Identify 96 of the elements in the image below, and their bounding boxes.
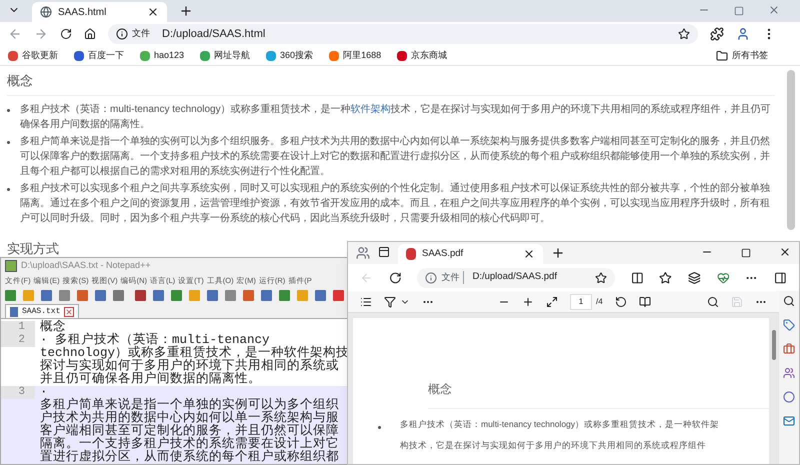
url-text: D:/upload/SAAS.html [162,26,266,42]
browser-tab[interactable]: SAAS.pdf [398,244,543,264]
bullet-paragraph: 多租户简单来说是指一个单独的实例可以为多个组织服务。多租户技术为共用的数据中心内如何以单一系统架构与服务提供多数客户端相同甚至可定制化的服务，并且仍然可以保障客户的数据隔离。一个支持多租户技术的系统需要在设计上对它的数据和配置进行虚拟分区，从而使系统的每个租户或称组织都能够使用一个单独的系统实例，并且每个租户都可以根据自己的需求对租用的系统实例进行个性化配置。 [20,134,771,178]
bookmark-item[interactable]: 百度一下 [74,48,124,62]
bookmark-item[interactable]: 阿里1688 [329,48,382,62]
mail-icon[interactable] [783,415,795,427]
reload-icon[interactable] [60,28,72,40]
code-line: 置进行虚拟分区，从而使系统的每个租户或称组织都 [40,451,339,464]
new-tab-icon[interactable] [551,246,565,260]
page-view-icon[interactable] [638,296,651,308]
section-heading: 概念 [7,66,775,96]
code-line: · [40,386,48,399]
info-icon [425,272,438,284]
people-icon[interactable] [783,367,795,379]
scheme-label: 文件 [132,27,150,40]
favicon-icon [8,50,18,60]
collections-icon[interactable] [688,270,701,284]
forward-icon[interactable] [34,27,48,41]
bullet-icon [7,140,10,144]
favicon-icon [140,50,150,60]
tab-actions-icon[interactable] [378,246,390,258]
bookmark-item[interactable]: 谷歌更新 [8,48,58,62]
code-line: 多租户简单来说是指一个单独的实例可以为多个组织 [40,399,339,412]
browser-tab[interactable]: SAAS.html [32,2,167,22]
code-line: 探讨与实现如何于多用户的环境下共用相同的系统或 [40,360,340,373]
pdf-text-line: 构技术，它是在探讨与实现如何于多用户的环境下共用相同的系统或程序组件 [400,440,707,451]
maximize-icon[interactable] [741,248,751,258]
fit-page-icon[interactable] [546,296,558,308]
tab-title: SAAS.pdf [422,246,464,261]
bullet-paragraph: 多租户技术（英语：multi-tenancy technology）或称多重租赁技术，是一种软件架构技术，它是在探讨与实现如何于多用户的环境下共用相同的系统或程序组件，并且仍可确保各用户间数据的隔离性。 [20,102,772,132]
scrollbar-thumb[interactable] [787,70,795,230]
profile-icon[interactable] [356,246,370,260]
bullet-icon [7,188,10,190]
code-line: technology）或称多重租赁技术，是一种软件架构技 [40,347,349,360]
favorite-star-icon[interactable] [594,272,607,284]
profile-icon[interactable] [736,27,750,41]
pdf-heading: 概念 [428,380,769,409]
code-line: 户技术为共用的数据中心内如何以单一系统架构与服 [40,412,339,425]
code-line: · 多租户技术（英语：multi-tenancy [40,334,271,347]
page-number-field[interactable]: 1 [570,294,592,310]
bullet-paragraph: 多租户技术可以实现多个租户之间共享系统实例，同时又可以实现租户的系统实例的个性化定制。通过使用多租户技术可以保证系统共性的部分被共享，个性的部分被单独隔离。通过在多个租户之间的资源复用，运营管理维护资源，有效节省开发应用的成本。而且，在租户之间共享应用程序的单个实例，可以实现当应用程序升级时，所有租户可以同时升级。同时，因为多个租户共享一份系统的核心代码，因此当系统升级时，只需要升级相同的核心代码即可。 [20,182,771,226]
close-icon[interactable] [779,246,791,258]
code-line: 并且仍可确保各用户间数据的隔离性。 [40,373,262,386]
bookmark-item[interactable]: 360搜索 [266,48,314,62]
new-tab-icon[interactable] [179,4,193,18]
bookmark-item[interactable]: hao123 [140,48,184,62]
search-icon[interactable] [783,295,795,307]
favicon-icon [397,50,408,60]
url-text: D:/upload/SAAS.pdf [472,270,558,284]
text-link[interactable]: 软件架构 [350,104,391,114]
rotate-icon[interactable] [614,296,627,308]
file-tab[interactable]: SAAS.txt [5,304,80,318]
tag-icon[interactable] [783,319,795,331]
folder-icon [716,50,728,62]
pdf-file-icon [406,248,416,260]
globe-icon [40,6,52,18]
app-icon [5,260,17,272]
code-line: 隔离。一个支持多租户技术的系统需要在设计上对它 [40,438,339,451]
pdf-text-line: 多租户技术（英语：multi-tenancy technology）或称多重租赁技术，是一种软件架 [400,419,720,430]
close-icon[interactable] [523,248,535,260]
split-screen-icon[interactable] [630,270,644,284]
address-bar[interactable]: 文件 D:/upload/SAAS.pdf [417,268,615,288]
bookmark-star-icon[interactable] [678,28,690,40]
favicon-icon [74,50,84,60]
scheme-label: 文件 [441,270,464,284]
scrollbar-thumb[interactable] [772,330,776,360]
sidebar-icon[interactable] [774,270,787,284]
circle-icon[interactable] [783,391,795,403]
line-number: 2 [1,334,35,347]
search-icon[interactable] [707,296,719,308]
home-icon[interactable] [84,28,96,40]
reload-icon[interactable] [388,270,402,284]
favorites-icon[interactable] [659,270,672,284]
line-number: 3 [1,386,35,399]
briefcase-icon[interactable] [783,343,795,355]
bullet-icon [378,426,381,429]
info-icon [116,28,128,40]
code-line: 概念 [40,321,66,334]
bookmark-item[interactable]: 网址导航 [200,48,250,62]
zoom-in-icon[interactable] [522,296,534,308]
page-total: /4 [596,296,603,308]
health-icon[interactable] [716,270,730,284]
tab-title: SAAS.html [58,6,108,20]
line-number: 1 [1,321,35,334]
all-bookmarks-button[interactable]: 所有书签 [716,48,768,62]
address-bar[interactable]: 文件 D:/upload/SAAS.html [108,24,698,44]
extensions-icon[interactable] [710,27,724,41]
favicon-icon [329,50,340,60]
favicon-icon [200,50,210,60]
favicon-icon [266,50,276,60]
close-icon[interactable] [147,6,159,18]
code-line: 客户端相同甚至可定制化的服务，并且仍然可以保障 [40,425,339,438]
back-icon[interactable] [8,27,22,41]
bullet-icon [7,108,10,112]
file-icon [10,306,18,316]
bookmark-item[interactable]: 京东商城 [397,48,448,62]
